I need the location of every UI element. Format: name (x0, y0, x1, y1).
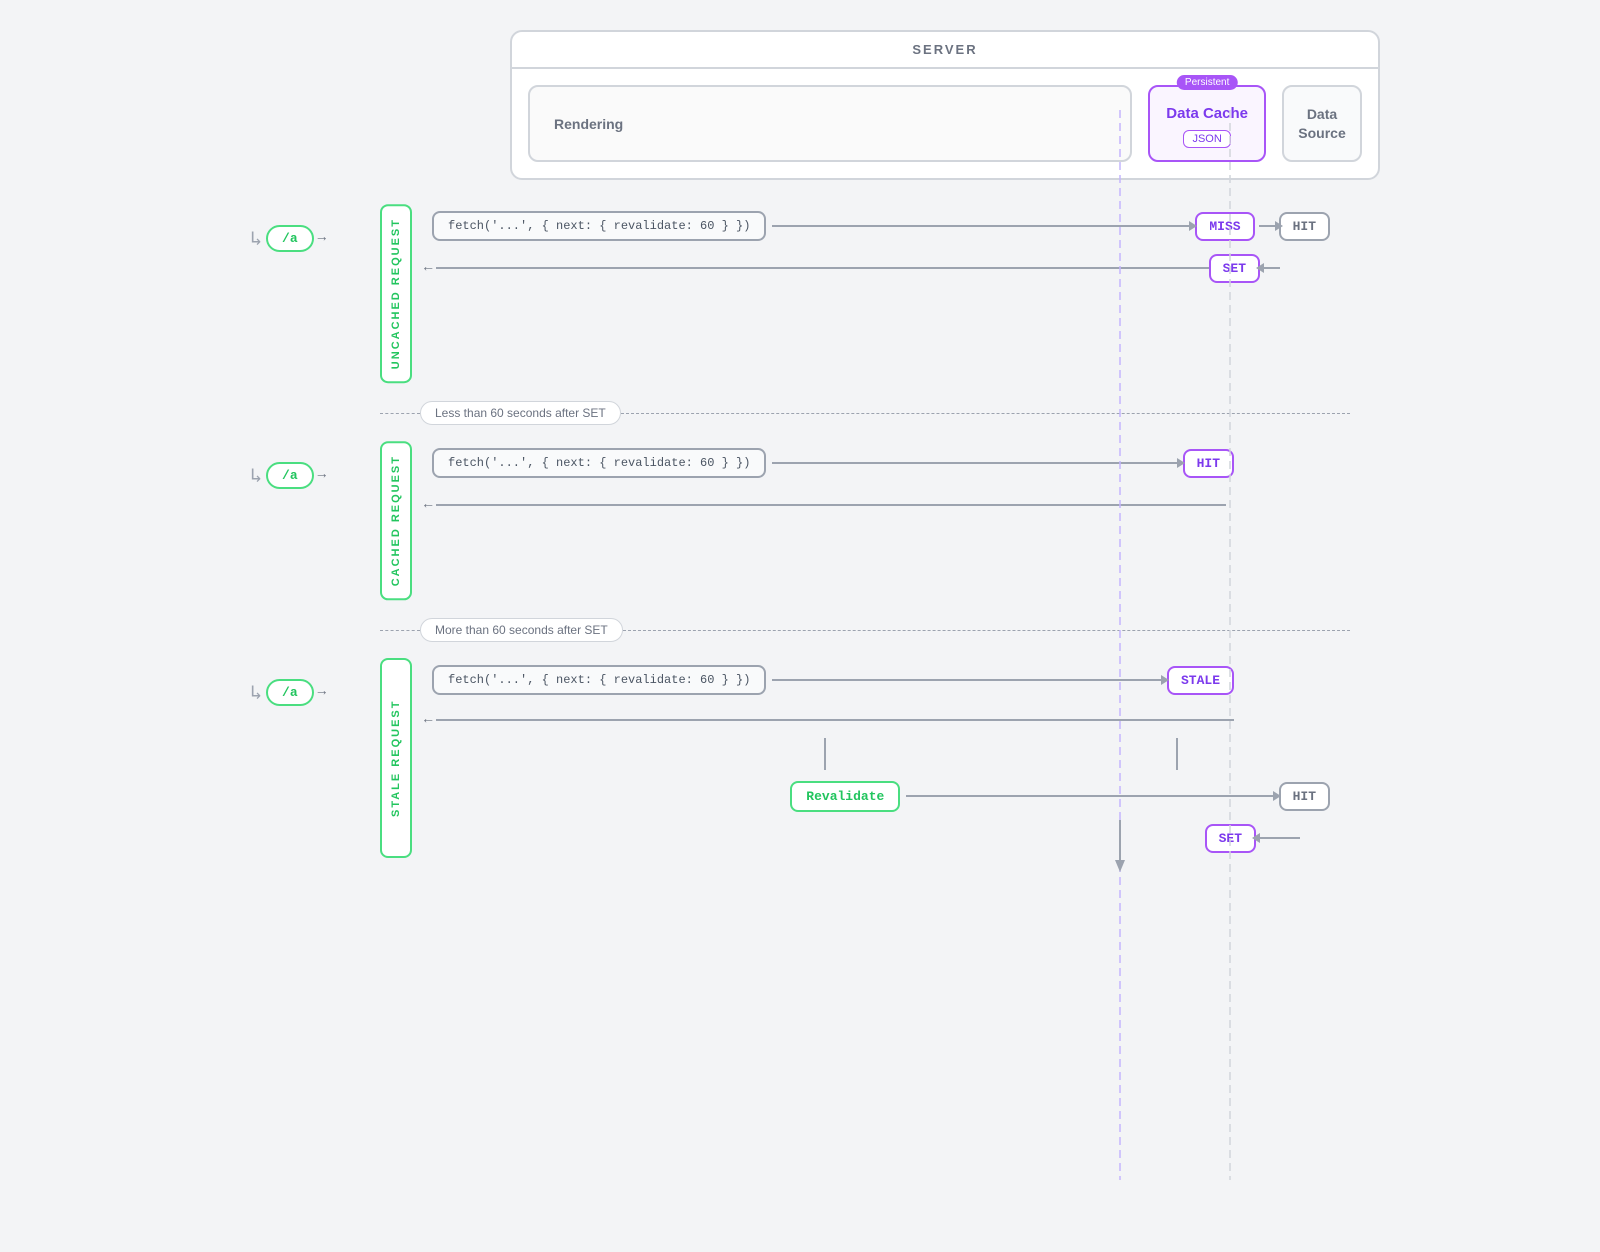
fetch-pill-1: fetch('...', { next: { revalidate: 60 } … (432, 211, 766, 241)
stale-request-label: STALE REQUEST (380, 658, 412, 858)
hit-badge-2: HIT (1183, 449, 1234, 478)
arrow-to-box-3: → (318, 684, 326, 700)
arrow-to-box-2: → (318, 467, 326, 483)
uncached-row-2: ← SET (424, 248, 1350, 288)
uncached-request-label: UNCACHED REQUEST (380, 204, 412, 383)
cached-request-label: CACHED REQUEST (380, 441, 412, 600)
data-source-box: DataSource (1282, 85, 1362, 162)
separator-2: More than 60 seconds after SET (380, 618, 1350, 642)
set-badge-2: SET (1205, 824, 1256, 853)
fetch-pill-3: fetch('...', { next: { revalidate: 60 } … (432, 665, 766, 695)
hit-badge-1: HIT (1279, 212, 1330, 241)
json-badge: JSON (1183, 130, 1230, 148)
revalidate-badge: Revalidate (790, 781, 900, 812)
server-box: SERVER Rendering Persistent Data Cache J… (510, 30, 1380, 180)
arrow-to-box-1: → (318, 230, 326, 246)
stale-route-area: ↳ /a → (250, 658, 380, 706)
rendering-label: Rendering (554, 116, 623, 132)
sep-label-1: Less than 60 seconds after SET (420, 401, 621, 425)
route-hook-1: ↳ (250, 226, 262, 252)
data-cache-title: Data Cache (1166, 105, 1248, 122)
cached-route-area: ↳ /a → (250, 441, 380, 489)
cached-row-2: ← (424, 485, 1350, 525)
uncached-flows: fetch('...', { next: { revalidate: 60 } … (412, 204, 1350, 288)
server-label: SERVER (512, 32, 1378, 69)
uncached-route-area: ↳ /a → (250, 204, 380, 252)
hit-badge-3: HIT (1279, 782, 1330, 811)
route-pill-2: /a (266, 462, 314, 489)
data-cache-box: Persistent Data Cache JSON (1148, 85, 1266, 162)
rendering-box: Rendering (528, 85, 1132, 162)
route-hook-2: ↳ (250, 463, 262, 489)
stale-row-4: SET (424, 818, 1350, 858)
uncached-section: ↳ /a → UNCACHED REQUEST fetch('...', { n… (250, 204, 1350, 383)
stale-badge: STALE (1167, 666, 1234, 695)
set-badge-1: SET (1209, 254, 1260, 283)
diagram-wrapper: SERVER Rendering Persistent Data Cache J… (250, 30, 1350, 858)
route-pill-3: /a (266, 679, 314, 706)
data-source-label: DataSource (1298, 105, 1345, 141)
stale-row-3: Revalidate HIT (424, 774, 1350, 818)
stale-flows: fetch('...', { next: { revalidate: 60 } … (412, 658, 1350, 858)
route-hook-3: ↳ (250, 680, 262, 706)
fetch-pill-2: fetch('...', { next: { revalidate: 60 } … (432, 448, 766, 478)
stale-down-arrow (424, 738, 1350, 770)
separator-1: Less than 60 seconds after SET (380, 401, 1350, 425)
stale-row-2: ← (424, 702, 1350, 738)
uncached-row-1: fetch('...', { next: { revalidate: 60 } … (424, 204, 1350, 248)
cached-row-1: fetch('...', { next: { revalidate: 60 } … (424, 441, 1350, 485)
cached-section: ↳ /a → CACHED REQUEST fetch('...', { nex… (250, 441, 1350, 600)
server-container: SERVER Rendering Persistent Data Cache J… (380, 30, 1350, 180)
route-pill-1: /a (266, 225, 314, 252)
cached-flows: fetch('...', { next: { revalidate: 60 } … (412, 441, 1350, 525)
stale-section: ↳ /a → STALE REQUEST fetch('...', { next… (250, 658, 1350, 858)
persistent-badge: Persistent (1177, 75, 1237, 90)
miss-badge: MISS (1195, 212, 1254, 241)
sep-label-2: More than 60 seconds after SET (420, 618, 623, 642)
stale-row-1: fetch('...', { next: { revalidate: 60 } … (424, 658, 1350, 702)
